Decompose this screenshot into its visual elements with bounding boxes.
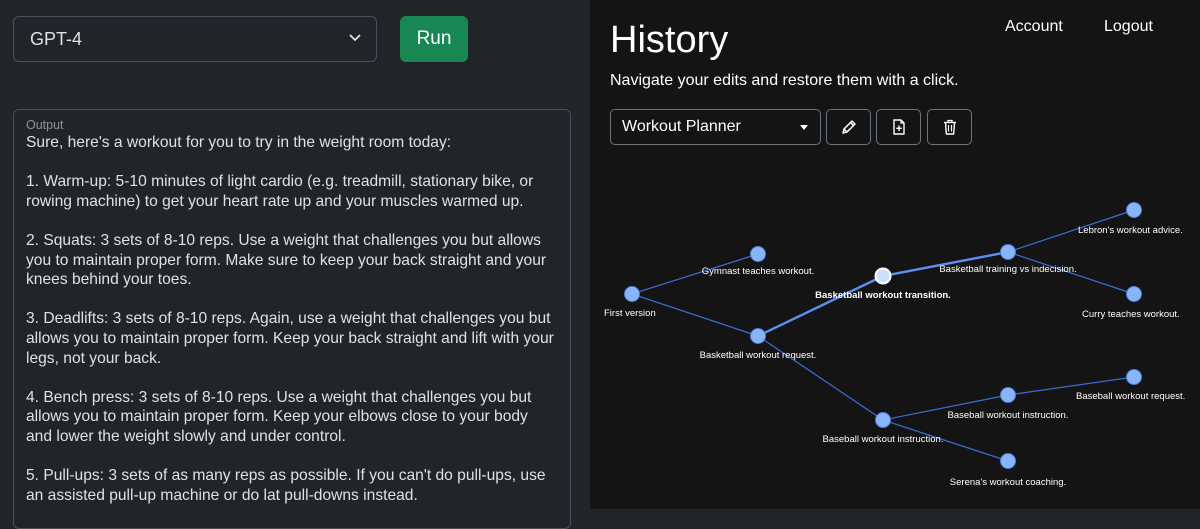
history-node-dot[interactable] bbox=[750, 246, 766, 262]
history-node-dot[interactable] bbox=[750, 328, 766, 344]
page-subtitle: Navigate your edits and restore them wit… bbox=[610, 72, 959, 89]
history-tree: First version Gymnast teaches workout. Bas… bbox=[604, 202, 1185, 489]
history-node[interactable]: Serena's workout coaching. bbox=[950, 453, 1066, 489]
project-select-value: Workout Planner bbox=[622, 118, 741, 135]
delete-button[interactable] bbox=[927, 109, 972, 145]
history-node[interactable]: Gymnast teaches workout. bbox=[702, 246, 814, 278]
history-node[interactable]: Basketball workout request. bbox=[700, 328, 817, 362]
tree-edge bbox=[757, 274, 884, 338]
tree-edge bbox=[757, 335, 884, 421]
history-node-dot[interactable] bbox=[1000, 453, 1016, 469]
history-node-label: Baseball workout instruction. bbox=[948, 410, 1069, 421]
history-node-dot[interactable] bbox=[875, 412, 891, 428]
history-node-label: Gymnast teaches workout. bbox=[702, 266, 814, 277]
new-file-button[interactable] bbox=[876, 109, 921, 145]
history-node-dot[interactable] bbox=[874, 267, 892, 285]
history-node-label: Basketball training vs indecision. bbox=[939, 264, 1076, 275]
history-node[interactable]: Baseball workout request. bbox=[1076, 369, 1185, 403]
caret-down-icon bbox=[800, 125, 808, 130]
history-node-label: Curry teaches workout. bbox=[1082, 309, 1180, 320]
history-node-dot[interactable] bbox=[624, 286, 640, 302]
trash-icon bbox=[943, 119, 956, 135]
history-node[interactable]: First version bbox=[604, 286, 656, 320]
history-node-label: Basketball workout transition. bbox=[815, 290, 951, 301]
history-node-label: Baseball workout request. bbox=[1076, 391, 1185, 402]
history-node-dot[interactable] bbox=[1000, 244, 1016, 260]
project-select[interactable]: Workout Planner bbox=[610, 109, 821, 145]
editor-panel: GPT-4 Run Output Sure, here's a workout … bbox=[0, 0, 590, 529]
rename-button[interactable] bbox=[826, 109, 871, 145]
output-label: Output bbox=[26, 118, 64, 132]
output-textarea[interactable]: Output Sure, here's a workout for you to… bbox=[13, 109, 571, 529]
model-select-value: GPT-4 bbox=[30, 28, 83, 49]
history-node[interactable]: Baseball workout instruction. bbox=[823, 412, 944, 446]
history-node-label: Baseball workout instruction. bbox=[823, 434, 944, 445]
history-node[interactable]: Baseball workout instruction. bbox=[948, 387, 1069, 422]
history-panel: History Account Logout Navigate your edi… bbox=[590, 0, 1200, 509]
history-node[interactable]: Basketball workout transition. bbox=[815, 267, 951, 302]
history-node[interactable]: Basketball training vs indecision. bbox=[939, 244, 1077, 276]
history-node-dot[interactable] bbox=[1126, 202, 1142, 218]
history-node-label: Basketball workout request. bbox=[700, 350, 817, 361]
history-node-dot[interactable] bbox=[1126, 286, 1142, 302]
history-node[interactable]: Curry teaches workout. bbox=[1082, 286, 1180, 321]
history-node-dot[interactable] bbox=[1126, 369, 1142, 385]
chevron-down-icon bbox=[349, 34, 361, 42]
history-node[interactable]: Lebron's workout advice. bbox=[1078, 202, 1183, 237]
history-node-dot[interactable] bbox=[1000, 387, 1016, 403]
model-select[interactable]: GPT-4 bbox=[13, 16, 377, 62]
history-node-label: First version bbox=[604, 308, 656, 319]
history-node-label: Serena's workout coaching. bbox=[950, 477, 1066, 488]
run-button[interactable]: Run bbox=[400, 16, 468, 62]
file-plus-icon bbox=[892, 119, 905, 135]
account-link[interactable]: Account bbox=[1005, 18, 1063, 36]
pencil-icon bbox=[841, 120, 856, 134]
output-text: Sure, here's a workout for you to try in… bbox=[26, 134, 554, 504]
logout-link[interactable]: Logout bbox=[1104, 18, 1153, 36]
history-node-label: Lebron's workout advice. bbox=[1078, 225, 1183, 236]
page-title: History bbox=[610, 19, 729, 61]
